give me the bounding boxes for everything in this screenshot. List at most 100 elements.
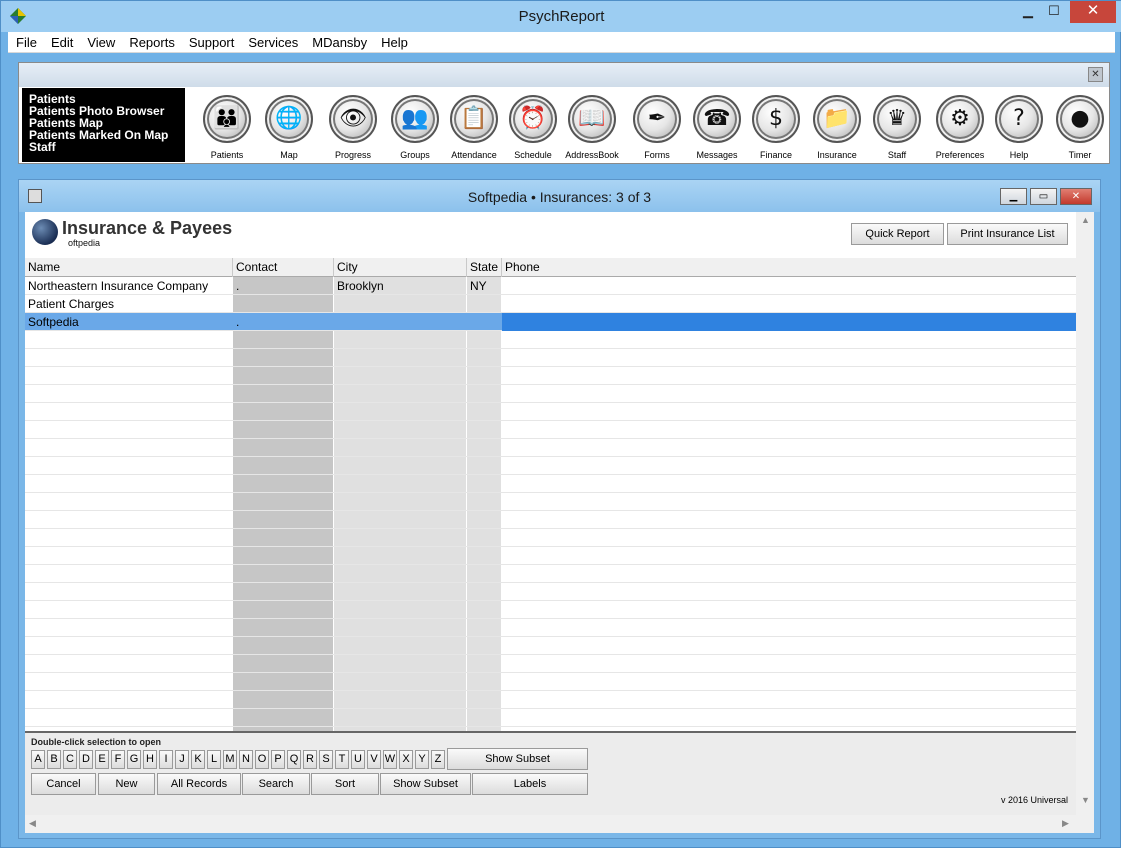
letter-filter-g[interactable]: G <box>127 750 141 769</box>
inner-minimize-button[interactable]: ▁ <box>1000 188 1027 205</box>
column-header-contact[interactable]: Contact <box>233 258 334 277</box>
inner-title-bar[interactable]: Softpedia • Insurances: 3 of 3 ▁ ▭ ✕ <box>19 180 1100 212</box>
toolbar-button-progress[interactable]: 👁 Progress <box>323 95 383 160</box>
show-subset-button[interactable]: Show Subset <box>380 773 471 795</box>
letter-filter-d[interactable]: D <box>79 750 93 769</box>
letter-filter-l[interactable]: L <box>207 750 221 769</box>
table-row[interactable] <box>25 583 1076 601</box>
letter-filter-t[interactable]: T <box>335 750 349 769</box>
table-row[interactable] <box>25 349 1076 367</box>
table-row[interactable] <box>25 511 1076 529</box>
toolbar-button-insurance[interactable]: 📁 Insurance <box>807 95 867 160</box>
toolbar-button-attendance[interactable]: 📋 Attendance <box>444 95 504 160</box>
table-row[interactable] <box>25 709 1076 727</box>
scroll-up-icon[interactable]: ▲ <box>1081 215 1090 225</box>
table-row[interactable] <box>25 457 1076 475</box>
letter-filter-x[interactable]: X <box>399 750 413 769</box>
maximize-button[interactable]: ☐ <box>1040 1 1068 23</box>
toolbar-button-messages[interactable]: ☎ Messages <box>687 95 747 160</box>
toolbar-button-patients[interactable]: 👪 Patients <box>197 95 257 160</box>
table-row[interactable] <box>25 493 1076 511</box>
table-row[interactable] <box>25 655 1076 673</box>
minimize-button[interactable]: ▁ <box>1014 1 1042 23</box>
table-row[interactable] <box>25 475 1076 493</box>
column-header-phone[interactable]: Phone <box>502 258 1076 277</box>
letter-filter-s[interactable]: S <box>319 750 333 769</box>
table-row[interactable]: Patient Charges <box>25 295 1076 313</box>
table-row[interactable] <box>25 439 1076 457</box>
sort-button[interactable]: Sort <box>311 773 379 795</box>
table-row[interactable] <box>25 619 1076 637</box>
show-subset-top-button[interactable]: Show Subset <box>447 748 588 770</box>
letter-filter-m[interactable]: M <box>223 750 237 769</box>
menu-help[interactable]: Help <box>373 32 414 51</box>
inner-maximize-button[interactable]: ▭ <box>1030 188 1057 205</box>
letter-filter-i[interactable]: I <box>159 750 173 769</box>
column-header-city[interactable]: City <box>334 258 467 277</box>
table-row[interactable] <box>25 565 1076 583</box>
toolbar-button-forms[interactable]: ✒ Forms <box>627 95 687 160</box>
letter-filter-a[interactable]: A <box>31 750 45 769</box>
table-row[interactable] <box>25 385 1076 403</box>
scroll-right-icon[interactable]: ▶ <box>1062 818 1069 829</box>
letter-filter-q[interactable]: Q <box>287 750 301 769</box>
menu-mdansby[interactable]: MDansby <box>304 32 373 51</box>
table-row[interactable]: Softpedia. <box>25 313 1076 331</box>
table-row[interactable] <box>25 529 1076 547</box>
table-row[interactable]: Northeastern Insurance Company. Brooklyn N… <box>25 277 1076 295</box>
quicklink-staff[interactable]: Staff <box>29 141 185 153</box>
toolbar-button-addressbook[interactable]: 📖 AddressBook <box>562 95 622 160</box>
letter-filter-n[interactable]: N <box>239 750 253 769</box>
search-button[interactable]: Search <box>242 773 310 795</box>
table-row[interactable] <box>25 331 1076 349</box>
menu-support[interactable]: Support <box>181 32 241 51</box>
labels-button[interactable]: Labels <box>472 773 588 795</box>
inner-close-button[interactable]: ✕ <box>1060 188 1092 205</box>
print-insurance-list-button[interactable]: Print Insurance List <box>947 223 1068 245</box>
toolbar-button-schedule[interactable]: ⏰ Schedule <box>503 95 563 160</box>
scroll-left-icon[interactable]: ◀ <box>29 818 36 829</box>
letter-filter-k[interactable]: K <box>191 750 205 769</box>
letter-filter-r[interactable]: R <box>303 750 317 769</box>
scroll-down-icon[interactable]: ▼ <box>1081 795 1090 805</box>
cancel-button[interactable]: Cancel <box>31 773 96 795</box>
column-header-state[interactable]: State <box>467 258 502 277</box>
toolbar-button-help[interactable]: ? Help <box>989 95 1049 160</box>
vertical-scrollbar[interactable]: ▲ ▼ <box>1076 212 1094 833</box>
close-button[interactable]: ✕ <box>1070 1 1116 23</box>
letter-filter-h[interactable]: H <box>143 750 157 769</box>
letter-filter-v[interactable]: V <box>367 750 381 769</box>
menu-file[interactable]: File <box>8 32 43 51</box>
menu-reports[interactable]: Reports <box>121 32 181 51</box>
menu-edit[interactable]: Edit <box>43 32 79 51</box>
letter-filter-e[interactable]: E <box>95 750 109 769</box>
horizontal-scrollbar[interactable]: ◀ ▶ <box>25 815 1076 833</box>
new-button[interactable]: New <box>98 773 155 795</box>
column-header-name[interactable]: Name <box>25 258 233 277</box>
table-row[interactable] <box>25 637 1076 655</box>
menu-view[interactable]: View <box>79 32 121 51</box>
letter-filter-w[interactable]: W <box>383 750 397 769</box>
title-bar[interactable]: PsychReport ▁ ☐ ✕ <box>1 1 1121 32</box>
table-row[interactable] <box>25 691 1076 709</box>
menu-services[interactable]: Services <box>240 32 304 51</box>
letter-filter-z[interactable]: Z <box>431 750 445 769</box>
letter-filter-p[interactable]: P <box>271 750 285 769</box>
toolbar-close-icon[interactable]: ✕ <box>1088 67 1103 82</box>
toolbar-button-staff[interactable]: ♛ Staff <box>867 95 927 160</box>
table-row[interactable] <box>25 403 1076 421</box>
table-row[interactable] <box>25 601 1076 619</box>
table-row[interactable] <box>25 421 1076 439</box>
toolbar-button-map[interactable]: 🌐 Map <box>259 95 319 160</box>
letter-filter-j[interactable]: J <box>175 750 189 769</box>
letter-filter-u[interactable]: U <box>351 750 365 769</box>
letter-filter-b[interactable]: B <box>47 750 61 769</box>
letter-filter-o[interactable]: O <box>255 750 269 769</box>
toolbar-button-timer[interactable]: ● Timer <box>1050 95 1110 160</box>
table-row[interactable] <box>25 547 1076 565</box>
toolbar-button-groups[interactable]: 👥 Groups <box>385 95 445 160</box>
quick-report-button[interactable]: Quick Report <box>851 223 944 245</box>
all-records-button[interactable]: All Records <box>157 773 241 795</box>
table-row[interactable] <box>25 367 1076 385</box>
table-row[interactable] <box>25 673 1076 691</box>
